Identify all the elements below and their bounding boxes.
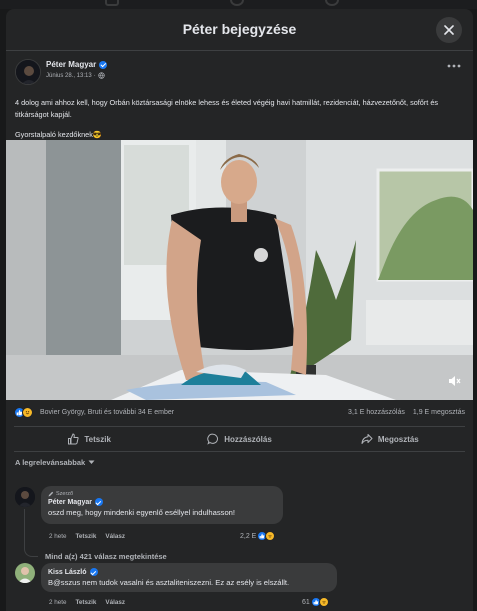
comment-reactions[interactable]: 2,2 E [240, 531, 276, 541]
comment-time[interactable]: 2 hete [49, 599, 67, 606]
commenter-avatar[interactable] [15, 487, 35, 507]
comment-text: oszd meg, hogy mindenki egyenlő eséllyel… [48, 508, 236, 517]
comment-reaction-count: 2,2 E [240, 532, 257, 540]
post-dialog: Péter bejegyzése Péter Magyar Június 28.… [6, 9, 473, 611]
video-frame [6, 140, 473, 400]
commenter-name-text[interactable]: Kiss László [48, 569, 87, 576]
reply-thread-line [24, 509, 38, 557]
comment-bubble: Szerző Péter Magyar oszd meg, hogy minde… [41, 486, 283, 524]
post-date[interactable]: Június 28., 13:13 [46, 73, 92, 79]
chevron-down-icon [88, 460, 95, 464]
comment-like-button[interactable]: Tetszik [76, 599, 97, 606]
verified-badge-icon [99, 60, 108, 69]
reaction-icons[interactable] [14, 407, 33, 418]
bg-nav-icon [325, 0, 339, 6]
post-meta: Június 28., 13:13 · [46, 72, 105, 79]
haha-reaction-icon [22, 407, 33, 418]
share-label: Megosztás [377, 434, 419, 444]
comment-time[interactable]: 2 hete [49, 533, 67, 540]
author-badge: Szerző [48, 491, 276, 497]
comment-reaction-count: 61 [302, 598, 310, 606]
more-options-button[interactable] [447, 59, 461, 71]
dialog-header: Péter bejegyzése [6, 9, 473, 51]
post-text: 4 dolog ami ahhoz kell, hogy Orbán köztá… [6, 97, 473, 141]
close-icon [444, 25, 454, 35]
post-video[interactable] [6, 140, 473, 400]
post-stats: Bovier György, Bruti és további 34 E emb… [6, 404, 473, 422]
author-avatar[interactable] [15, 59, 41, 85]
verified-badge-icon [89, 568, 98, 576]
globe-icon [98, 72, 105, 79]
share-button[interactable]: Megosztás [315, 427, 465, 451]
haha-reaction-icon [318, 597, 329, 607]
comment-label: Hozzászólás [224, 434, 272, 444]
author-badge-text: Szerző [56, 491, 74, 497]
commenter-name[interactable]: Péter Magyar [48, 498, 276, 506]
verified-badge-icon [94, 498, 103, 506]
comment-item: Kiss László B@sszus nem tudok vasalni és… [6, 561, 473, 611]
author-name[interactable]: Péter Magyar [46, 60, 108, 69]
like-label: Tetszik [84, 434, 111, 444]
comment-bubble: Kiss László B@sszus nem tudok vasalni és… [41, 563, 337, 592]
thumbs-up-icon [68, 433, 79, 445]
commenter-avatar[interactable] [15, 563, 35, 583]
speaker-muted-icon [449, 376, 461, 386]
comment-reactions[interactable]: 61 [302, 597, 329, 607]
comment-reply-button[interactable]: Válasz [105, 533, 125, 540]
comment-reply-button[interactable]: Válasz [105, 599, 125, 606]
share-icon [361, 434, 373, 444]
mute-button[interactable] [448, 374, 461, 392]
more-dots-icon [447, 64, 461, 68]
pen-icon [48, 491, 54, 497]
post-header: Péter Magyar Június 28., 13:13 · [6, 57, 473, 97]
post-body: 4 dolog ami ahhoz kell, hogy Orbán köztá… [15, 98, 439, 119]
commenter-name-text[interactable]: Péter Magyar [48, 499, 92, 506]
sort-label: A legrelevánsabbak [15, 458, 86, 467]
comment-item: Szerző Péter Magyar oszd meg, hogy minde… [6, 477, 473, 562]
commenter-name[interactable]: Kiss László [48, 568, 330, 576]
comment-sort-dropdown[interactable]: A legrelevánsabbak [15, 458, 95, 467]
like-button[interactable]: Tetszik [14, 427, 164, 451]
author-name-text[interactable]: Péter Magyar [46, 60, 96, 69]
counts: 3,1 E hozzászólás 1,9 E megosztás [348, 409, 465, 416]
comment-button[interactable]: Hozzászólás [164, 427, 314, 451]
view-replies-link[interactable]: Mind a(z) 421 válasz megtekintése [45, 552, 167, 561]
comment-actions: 2 hete Tetszik Válasz [49, 533, 125, 540]
haha-reaction-icon [265, 531, 276, 541]
comment-icon [207, 433, 219, 445]
comment-like-button[interactable]: Tetszik [76, 533, 97, 540]
bg-nav-icon [105, 0, 119, 6]
reactors-text[interactable]: Bovier György, Bruti és további 34 E emb… [40, 409, 174, 416]
background-page-strip [0, 0, 477, 9]
post-actions: Tetszik Hozzászólás Megosztás [14, 426, 465, 452]
dialog-title: Péter bejegyzése [182, 21, 297, 37]
comment-text: B@sszus nem tudok vasalni és asztaliteni… [48, 578, 290, 587]
comment-actions: 2 hete Tetszik Válasz [49, 599, 125, 606]
bg-nav-icon [230, 0, 244, 6]
share-count[interactable]: 1,9 E megosztás [413, 409, 465, 416]
close-button[interactable] [436, 17, 462, 43]
comment-count[interactable]: 3,1 E hozzászólás [348, 409, 405, 416]
